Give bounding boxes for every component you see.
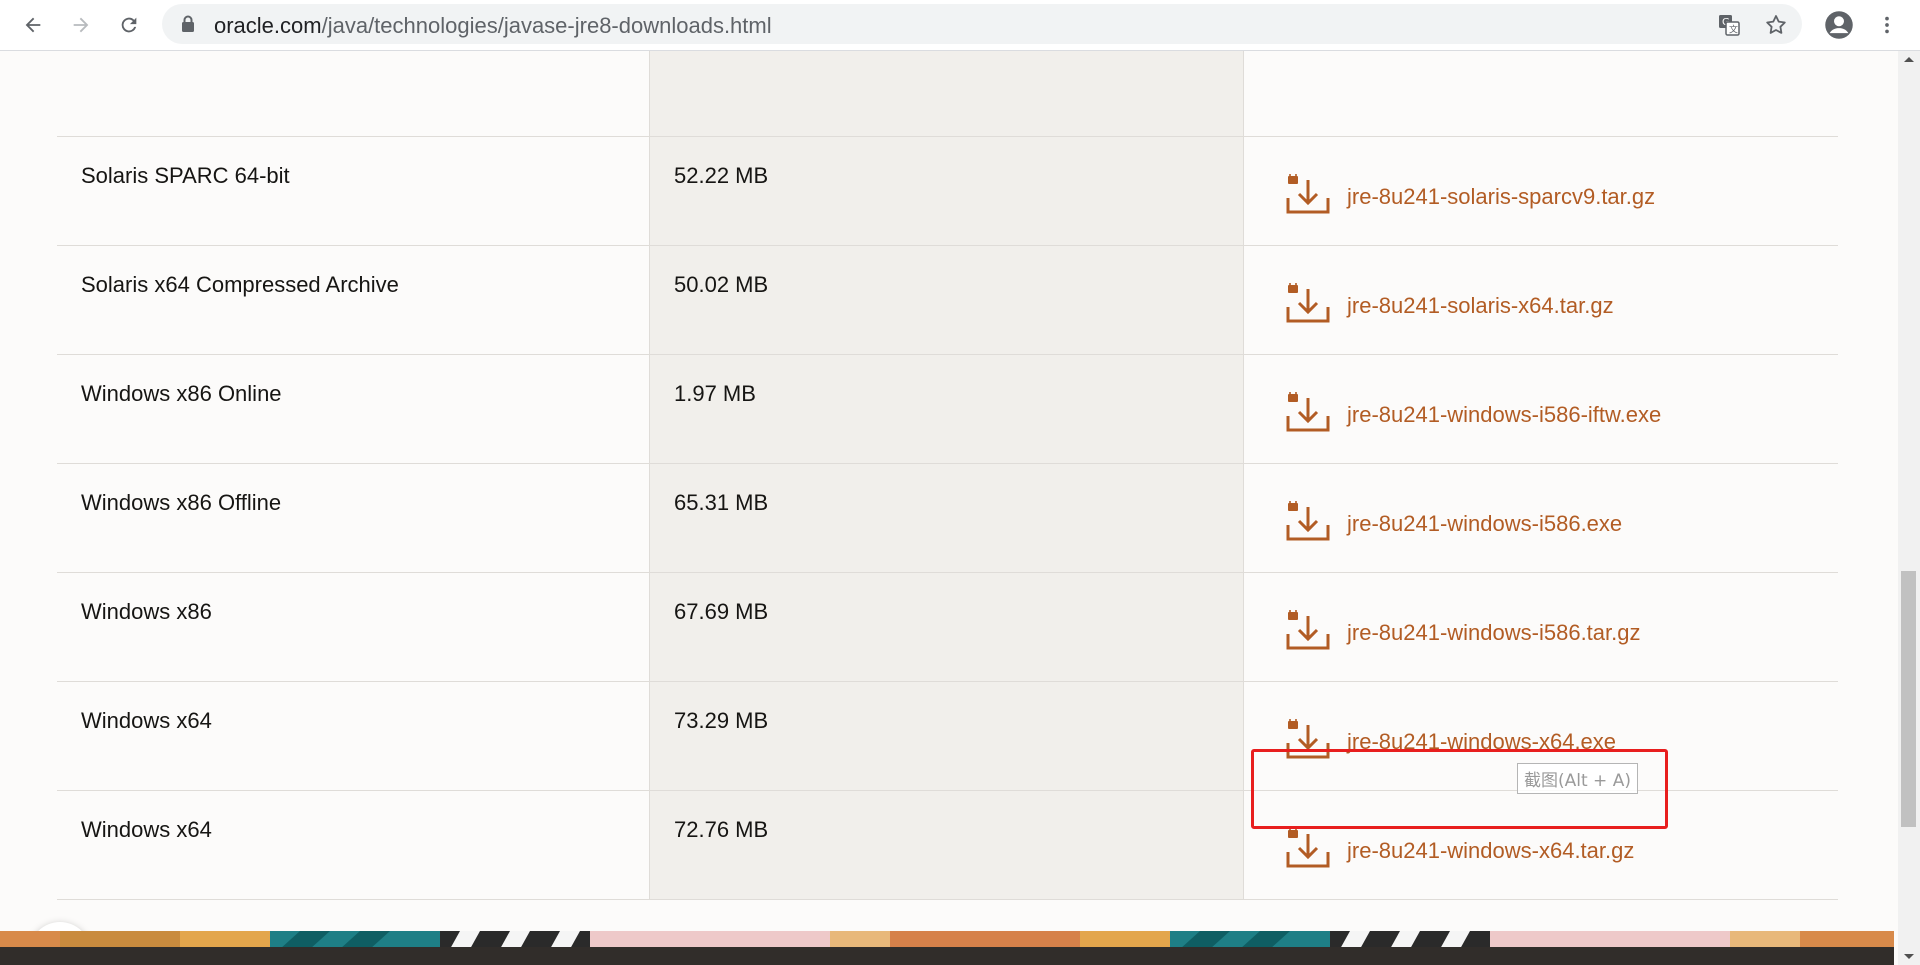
- locked-download-icon[interactable]: [1284, 824, 1330, 874]
- file-size: 72.76 MB: [674, 817, 769, 842]
- name-cell: Solaris x64 Compressed Archive: [57, 246, 650, 354]
- download-link-group[interactable]: jre-8u241-windows-i586.exe: [1284, 497, 1622, 547]
- arrow-left-icon: [25, 17, 41, 33]
- name-cell: [57, 51, 650, 136]
- download-link[interactable]: jre-8u241-windows-i586.tar.gz: [1347, 620, 1641, 646]
- download-cell: [1244, 51, 1838, 136]
- download-cell: jre-8u241-windows-i586-iftw.exe: [1244, 355, 1838, 463]
- platform-name: Solaris SPARC 64-bit: [81, 163, 290, 188]
- size-cell: 1.97 MB: [650, 355, 1244, 463]
- download-link-group[interactable]: jre-8u241-solaris-x64.tar.gz: [1284, 279, 1614, 329]
- file-size: 65.31 MB: [674, 490, 769, 515]
- download-cell: jre-8u241-windows-i586.exe: [1244, 464, 1838, 572]
- locked-download-icon[interactable]: [1284, 388, 1330, 438]
- address-bar[interactable]: oracle.com/java/technologies/javase-jre8…: [162, 4, 1802, 44]
- download-link-group[interactable]: jre-8u241-windows-i586-iftw.exe: [1284, 388, 1661, 438]
- translate-button[interactable]: G文: [1716, 12, 1742, 38]
- browser-toolbar: oracle.com/java/technologies/javase-jre8…: [0, 0, 1920, 51]
- account-icon: [1825, 11, 1853, 39]
- translate-icon: G文: [1719, 15, 1740, 36]
- name-cell: Windows x64: [57, 791, 650, 899]
- file-size: 67.69 MB: [674, 599, 769, 624]
- scroll-up-arrow-icon[interactable]: [1903, 55, 1915, 63]
- size-cell: 72.76 MB: [650, 791, 1244, 899]
- star-icon: [1766, 15, 1786, 34]
- name-cell: Windows x64: [57, 682, 650, 790]
- locked-download-icon[interactable]: [1284, 170, 1330, 220]
- table-row: Windows x86 Offline 65.31 MB jre-8u241-w…: [57, 464, 1838, 573]
- profile-button[interactable]: [1822, 8, 1856, 42]
- back-button[interactable]: [16, 8, 50, 42]
- name-cell: Windows x86 Online: [57, 355, 650, 463]
- size-cell: 67.69 MB: [650, 573, 1244, 681]
- size-cell: 65.31 MB: [650, 464, 1244, 572]
- reload-button[interactable]: [112, 8, 146, 42]
- table-row: Windows x86 Online 1.97 MB jre-8u241-win…: [57, 355, 1838, 464]
- svg-text:文: 文: [1729, 24, 1738, 36]
- download-cell: jre-8u241-solaris-sparcv9.tar.gz: [1244, 137, 1838, 245]
- locked-download-icon[interactable]: [1284, 279, 1330, 329]
- forward-button[interactable]: [64, 8, 98, 42]
- download-link[interactable]: jre-8u241-windows-i586-iftw.exe: [1347, 402, 1661, 428]
- download-link[interactable]: jre-8u241-windows-x64.tar.gz: [1347, 838, 1634, 864]
- download-link-group[interactable]: jre-8u241-windows-i586.tar.gz: [1284, 606, 1641, 656]
- more-vert-icon: [1885, 16, 1889, 34]
- download-link[interactable]: jre-8u241-windows-i586.exe: [1347, 511, 1622, 537]
- platform-name: Windows x86: [81, 599, 212, 624]
- locked-download-icon[interactable]: [1284, 497, 1330, 547]
- scroll-down-arrow-icon[interactable]: [1903, 953, 1915, 961]
- file-size: 52.22 MB: [674, 163, 769, 188]
- download-cell: jre-8u241-solaris-x64.tar.gz: [1244, 246, 1838, 354]
- platform-name: Solaris x64 Compressed Archive: [81, 272, 399, 297]
- url-text[interactable]: oracle.com/java/technologies/javase-jre8…: [214, 13, 772, 39]
- vertical-scrollbar[interactable]: [1898, 51, 1920, 965]
- size-cell: [650, 51, 1244, 136]
- url-host: oracle.com: [214, 13, 322, 38]
- name-cell: Windows x86 Offline: [57, 464, 650, 572]
- file-size: 73.29 MB: [674, 708, 769, 733]
- bookmark-star-button[interactable]: [1763, 12, 1789, 38]
- footer-bar: [0, 947, 1894, 965]
- name-cell: Solaris SPARC 64-bit: [57, 137, 650, 245]
- platform-name: Windows x64: [81, 817, 212, 842]
- table-row: [57, 51, 1838, 137]
- download-link[interactable]: jre-8u241-solaris-x64.tar.gz: [1347, 293, 1614, 319]
- arrow-right-icon: [73, 17, 89, 33]
- download-cell: jre-8u241-windows-i586.tar.gz: [1244, 573, 1838, 681]
- platform-name: Windows x86 Offline: [81, 490, 282, 515]
- table-row: Solaris x64 Compressed Archive 50.02 MB …: [57, 246, 1838, 355]
- file-size: 50.02 MB: [674, 272, 769, 297]
- menu-button[interactable]: [1870, 8, 1904, 42]
- size-cell: 50.02 MB: [650, 246, 1244, 354]
- name-cell: Windows x86: [57, 573, 650, 681]
- download-link[interactable]: jre-8u241-solaris-sparcv9.tar.gz: [1347, 184, 1655, 210]
- platform-name: Windows x86 Online: [81, 381, 282, 406]
- reload-icon: [121, 17, 137, 33]
- table-row: Solaris SPARC 64-bit 52.22 MB jre-8u241-…: [57, 137, 1838, 246]
- file-size: 1.97 MB: [674, 381, 756, 406]
- table-row: Windows x86 67.69 MB jre-8u241-windows-i…: [57, 573, 1838, 682]
- size-cell: 73.29 MB: [650, 682, 1244, 790]
- lock-icon: [180, 14, 196, 39]
- platform-name: Windows x64: [81, 708, 212, 733]
- locked-download-icon[interactable]: [1284, 606, 1330, 656]
- screenshot-tooltip: 截图(Alt + A): [1517, 763, 1638, 794]
- url-path: /java/technologies/javase-jre8-downloads…: [321, 13, 772, 38]
- download-link-group[interactable]: jre-8u241-solaris-sparcv9.tar.gz: [1284, 170, 1655, 220]
- download-link-group[interactable]: jre-8u241-windows-x64.tar.gz: [1284, 824, 1634, 874]
- scrollbar-thumb[interactable]: [1901, 571, 1916, 827]
- size-cell: 52.22 MB: [650, 137, 1244, 245]
